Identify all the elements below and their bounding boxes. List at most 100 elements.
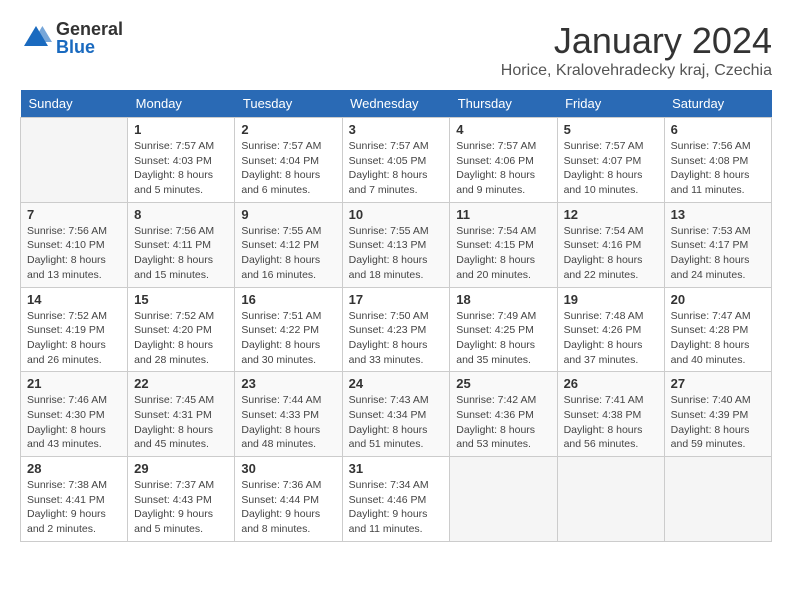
day-number: 26 (564, 376, 658, 391)
day-info: Sunrise: 7:51 AMSunset: 4:22 PMDaylight:… (241, 309, 335, 368)
day-number: 5 (564, 122, 658, 137)
day-number: 10 (349, 207, 444, 222)
calendar-cell: 24 Sunrise: 7:43 AMSunset: 4:34 PMDayligh… (342, 372, 450, 457)
day-info: Sunrise: 7:52 AMSunset: 4:20 PMDaylight:… (134, 309, 228, 368)
day-of-week-header: Wednesday (342, 90, 450, 118)
day-info: Sunrise: 7:34 AMSunset: 4:46 PMDaylight:… (349, 478, 444, 537)
calendar-cell: 1 Sunrise: 7:57 AMSunset: 4:03 PMDaylight… (128, 118, 235, 203)
day-info: Sunrise: 7:41 AMSunset: 4:38 PMDaylight:… (564, 393, 658, 452)
calendar-cell: 13 Sunrise: 7:53 AMSunset: 4:17 PMDayligh… (664, 202, 771, 287)
day-number: 24 (349, 376, 444, 391)
calendar-cell (557, 457, 664, 542)
logo-icon (20, 22, 52, 54)
calendar-cell: 25Sunrise: 7:42 AMSunset: 4:36 PMDayligh… (450, 372, 557, 457)
day-number: 4 (456, 122, 550, 137)
day-of-week-header: Tuesday (235, 90, 342, 118)
day-number: 23 (241, 376, 335, 391)
day-number: 13 (671, 207, 765, 222)
day-of-week-header: Thursday (450, 90, 557, 118)
day-info: Sunrise: 7:40 AMSunset: 4:39 PMDaylight:… (671, 393, 765, 452)
day-info: Sunrise: 7:57 AMSunset: 4:06 PMDaylight:… (456, 139, 550, 198)
calendar-cell: 3Sunrise: 7:57 AMSunset: 4:05 PMDaylight… (342, 118, 450, 203)
day-number: 1 (134, 122, 228, 137)
calendar-cell: 17Sunrise: 7:50 AMSunset: 4:23 PMDayligh… (342, 287, 450, 372)
day-number: 3 (349, 122, 444, 137)
calendar-cell: 22 Sunrise: 7:45 AMSunset: 4:31 PMDayligh… (128, 372, 235, 457)
day-number: 2 (241, 122, 335, 137)
month-title: January 2024 (501, 20, 772, 62)
day-number: 8 (134, 207, 228, 222)
day-info: Sunrise: 7:52 AMSunset: 4:19 PMDaylight:… (27, 309, 121, 368)
day-info: Sunrise: 7:55 AMSunset: 4:13 PMDaylight:… (349, 224, 444, 283)
day-number: 22 (134, 376, 228, 391)
calendar-cell: 10 Sunrise: 7:55 AMSunset: 4:13 PMDayligh… (342, 202, 450, 287)
title-area: January 2024 Horice, Kralovehradecky kra… (501, 20, 772, 80)
calendar-cell: 29 Sunrise: 7:37 AMSunset: 4:43 PMDayligh… (128, 457, 235, 542)
day-number: 16 (241, 292, 335, 307)
day-info: Sunrise: 7:47 AMSunset: 4:28 PMDaylight:… (671, 309, 765, 368)
day-number: 28 (27, 461, 121, 476)
day-number: 9 (241, 207, 335, 222)
day-number: 30 (241, 461, 335, 476)
day-of-week-header: Friday (557, 90, 664, 118)
day-info: Sunrise: 7:56 AMSunset: 4:10 PMDaylight:… (27, 224, 121, 283)
day-info: Sunrise: 7:56 AMSunset: 4:11 PMDaylight:… (134, 224, 228, 283)
day-info: Sunrise: 7:54 AMSunset: 4:16 PMDaylight:… (564, 224, 658, 283)
day-number: 29 (134, 461, 228, 476)
day-info: Sunrise: 7:45 AMSunset: 4:31 PMDaylight:… (134, 393, 228, 452)
day-info: Sunrise: 7:57 AMSunset: 4:07 PMDaylight:… (564, 139, 658, 198)
calendar-cell (664, 457, 771, 542)
logo-blue: Blue (56, 38, 123, 56)
day-info: Sunrise: 7:53 AMSunset: 4:17 PMDaylight:… (671, 224, 765, 283)
calendar-cell: 6 Sunrise: 7:56 AMSunset: 4:08 PMDaylight… (664, 118, 771, 203)
day-info: Sunrise: 7:57 AMSunset: 4:03 PMDaylight:… (134, 139, 228, 198)
calendar-cell (450, 457, 557, 542)
calendar-cell: 28 Sunrise: 7:38 AMSunset: 4:41 PMDayligh… (21, 457, 128, 542)
calendar-cell: 15 Sunrise: 7:52 AMSunset: 4:20 PMDayligh… (128, 287, 235, 372)
calendar-cell: 8 Sunrise: 7:56 AMSunset: 4:11 PMDaylight… (128, 202, 235, 287)
calendar-cell: 27 Sunrise: 7:40 AMSunset: 4:39 PMDayligh… (664, 372, 771, 457)
day-number: 7 (27, 207, 121, 222)
location: Horice, Kralovehradecky kraj, Czechia (501, 62, 772, 80)
calendar-cell (21, 118, 128, 203)
day-info: Sunrise: 7:37 AMSunset: 4:43 PMDaylight:… (134, 478, 228, 537)
day-number: 11 (456, 207, 550, 222)
day-of-week-header: Saturday (664, 90, 771, 118)
day-number: 14 (27, 292, 121, 307)
day-info: Sunrise: 7:42 AMSunset: 4:36 PMDaylight:… (456, 393, 550, 452)
day-of-week-header: Monday (128, 90, 235, 118)
day-info: Sunrise: 7:44 AMSunset: 4:33 PMDaylight:… (241, 393, 335, 452)
calendar-cell: 20 Sunrise: 7:47 AMSunset: 4:28 PMDayligh… (664, 287, 771, 372)
day-of-week-header: Sunday (21, 90, 128, 118)
day-info: Sunrise: 7:56 AMSunset: 4:08 PMDaylight:… (671, 139, 765, 198)
day-info: Sunrise: 7:38 AMSunset: 4:41 PMDaylight:… (27, 478, 121, 537)
calendar-cell: 14 Sunrise: 7:52 AMSunset: 4:19 PMDayligh… (21, 287, 128, 372)
day-info: Sunrise: 7:43 AMSunset: 4:34 PMDaylight:… (349, 393, 444, 452)
day-info: Sunrise: 7:49 AMSunset: 4:25 PMDaylight:… (456, 309, 550, 368)
day-number: 20 (671, 292, 765, 307)
calendar-table: SundayMondayTuesdayWednesdayThursdayFrid… (20, 90, 772, 542)
day-number: 18 (456, 292, 550, 307)
day-number: 19 (564, 292, 658, 307)
calendar-cell: 11 Sunrise: 7:54 AMSunset: 4:15 PMDayligh… (450, 202, 557, 287)
calendar-cell: 16 Sunrise: 7:51 AMSunset: 4:22 PMDayligh… (235, 287, 342, 372)
calendar-cell: 21 Sunrise: 7:46 AMSunset: 4:30 PMDayligh… (21, 372, 128, 457)
calendar-cell: 30Sunrise: 7:36 AMSunset: 4:44 PMDayligh… (235, 457, 342, 542)
logo: General Blue (20, 20, 123, 56)
day-number: 31 (349, 461, 444, 476)
day-info: Sunrise: 7:55 AMSunset: 4:12 PMDaylight:… (241, 224, 335, 283)
day-info: Sunrise: 7:48 AMSunset: 4:26 PMDaylight:… (564, 309, 658, 368)
day-number: 6 (671, 122, 765, 137)
day-info: Sunrise: 7:54 AMSunset: 4:15 PMDaylight:… (456, 224, 550, 283)
calendar-cell: 12Sunrise: 7:54 AMSunset: 4:16 PMDayligh… (557, 202, 664, 287)
logo-general: General (56, 20, 123, 38)
calendar-cell: 5 Sunrise: 7:57 AMSunset: 4:07 PMDaylight… (557, 118, 664, 203)
day-number: 21 (27, 376, 121, 391)
day-info: Sunrise: 7:46 AMSunset: 4:30 PMDaylight:… (27, 393, 121, 452)
day-info: Sunrise: 7:50 AMSunset: 4:23 PMDaylight:… (349, 309, 444, 368)
calendar-cell: 2Sunrise: 7:57 AMSunset: 4:04 PMDaylight… (235, 118, 342, 203)
logo-text: General Blue (56, 20, 123, 56)
day-number: 27 (671, 376, 765, 391)
calendar-cell: 31 Sunrise: 7:34 AMSunset: 4:46 PMDayligh… (342, 457, 450, 542)
day-number: 15 (134, 292, 228, 307)
